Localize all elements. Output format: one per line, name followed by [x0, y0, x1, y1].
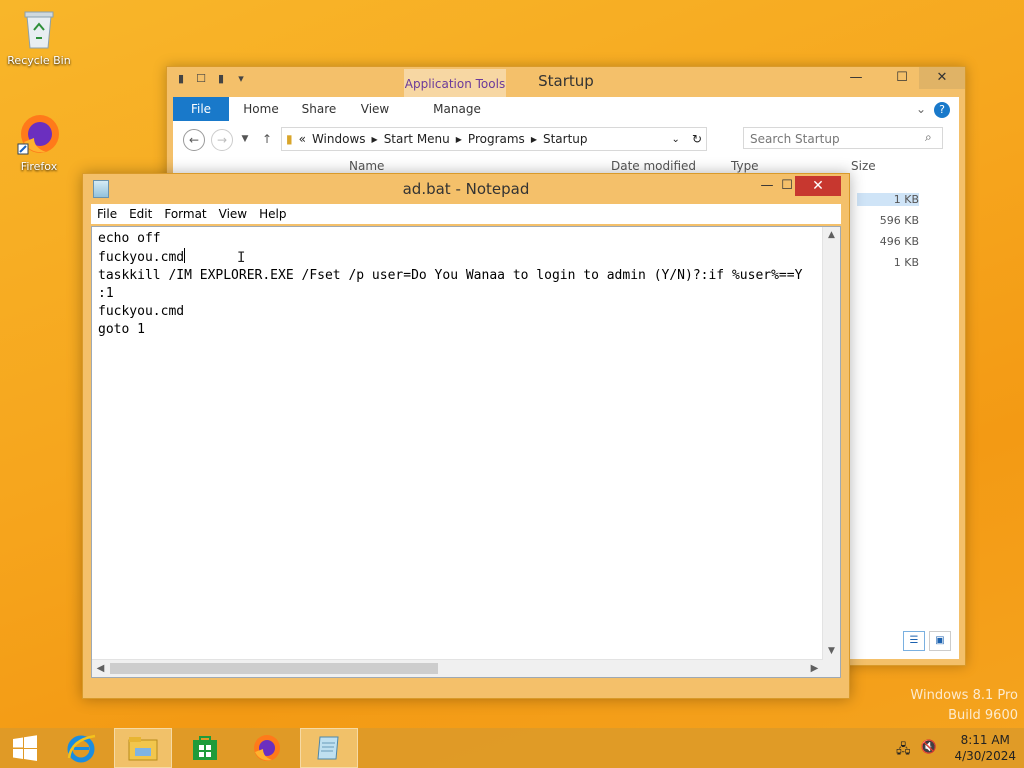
breadcrumb-start-menu[interactable]: Start Menu	[384, 132, 450, 146]
tab-file[interactable]: File	[173, 97, 229, 121]
text-line: :1	[98, 286, 114, 301]
notepad-icon	[317, 736, 339, 760]
address-bar[interactable]: ▮ « Windows ▶ Start Menu ▶ Programs ▶ Start…	[281, 127, 707, 151]
watermark-build: Build 9600	[948, 708, 1018, 723]
taskbar-file-explorer[interactable]	[114, 728, 172, 768]
store-icon	[193, 736, 217, 760]
taskbar: 🖧 🔇 8:11 AM 4/30/2024	[0, 728, 1024, 768]
chevron-right-icon: ▶	[455, 134, 462, 144]
volume-muted-icon[interactable]: 🔇	[921, 740, 937, 762]
explorer-title-bar[interactable]: ▮ ☐ ▮ ▾ Application Tools Startup — ☐ ✕	[167, 67, 965, 97]
vertical-scrollbar[interactable]: ▲ ▼	[822, 227, 840, 660]
internet-explorer-icon	[67, 734, 96, 763]
breadcrumb-windows[interactable]: Windows	[312, 132, 366, 146]
notepad-window-title: ad.bat - Notepad	[402, 180, 530, 198]
menu-format[interactable]: Format	[158, 204, 212, 224]
tab-view[interactable]: View	[349, 97, 401, 121]
menu-file[interactable]: File	[91, 204, 123, 224]
navigation-bar: ← → ▼ ↑ ▮ « Windows ▶ Start Menu ▶ Program…	[173, 121, 959, 157]
folder-icon: ▮	[286, 132, 293, 146]
column-header-type[interactable]: Type	[731, 159, 759, 173]
scroll-down-icon[interactable]: ▼	[823, 643, 840, 660]
column-header-date[interactable]: Date modified	[611, 159, 696, 173]
ribbon-tabs: File Home Share View Manage ⌄ ?	[173, 97, 959, 122]
ibeam-cursor-icon: I	[237, 250, 246, 266]
text-line: fuckyou.cmd	[98, 304, 185, 319]
desktop-icon-recycle-bin[interactable]: Recycle Bin	[3, 6, 75, 67]
recent-locations-button[interactable]: ▼	[235, 129, 255, 149]
view-toggle: ☰ ▣	[903, 631, 951, 651]
desktop-icon-label: Recycle Bin	[7, 54, 71, 67]
close-button[interactable]: ✕	[795, 176, 841, 196]
tab-share[interactable]: Share	[293, 97, 345, 121]
horizontal-scrollbar[interactable]: ◀ ▶	[92, 659, 823, 677]
scrollbar-thumb[interactable]	[110, 663, 438, 674]
taskbar-store[interactable]	[176, 728, 234, 768]
recycle-bin-icon	[16, 6, 62, 52]
text-line: taskkill /IM EXPLORER.EXE /Fset /p user=…	[98, 268, 803, 283]
search-input[interactable]: Search Startup	[743, 127, 943, 149]
maximize-button[interactable]: ☐	[887, 67, 917, 89]
chevron-right-icon: ▶	[530, 134, 537, 144]
text-line: fuckyou.cmd	[98, 248, 186, 265]
refresh-icon[interactable]: ↻	[692, 132, 702, 146]
system-tray: 🖧 🔇	[896, 740, 937, 762]
watermark-edition: Windows 8.1 Pro	[910, 688, 1018, 703]
column-header-name[interactable]: Name	[349, 159, 384, 173]
breadcrumb-programs[interactable]: Programs	[468, 132, 525, 146]
start-icon	[13, 735, 37, 761]
taskbar-internet-explorer[interactable]	[52, 728, 110, 768]
minimize-button[interactable]: —	[841, 67, 871, 89]
clock-date: 4/30/2024	[954, 749, 1016, 763]
tab-manage[interactable]: Manage	[407, 97, 507, 121]
file-size: 1 KB	[857, 193, 919, 206]
tab-home[interactable]: Home	[235, 97, 287, 121]
scroll-right-icon[interactable]: ▶	[806, 660, 823, 677]
resize-grip[interactable]	[823, 660, 840, 677]
notepad-window[interactable]: ad.bat - Notepad — ☐ ✕ File Edit Format …	[82, 173, 850, 699]
scroll-up-icon[interactable]: ▲	[823, 227, 840, 244]
text-line: echo off	[98, 231, 161, 246]
chevron-right-icon: ▶	[371, 134, 378, 144]
chevron-down-icon[interactable]: ⌄	[672, 134, 680, 145]
text-line: goto 1	[98, 322, 145, 337]
address-prefix: «	[298, 132, 306, 146]
forward-button[interactable]: →	[211, 129, 233, 151]
clock-time: 8:11 AM	[960, 733, 1010, 747]
network-icon[interactable]: 🖧	[896, 740, 911, 762]
firefox-icon	[16, 112, 62, 158]
notepad-title-bar[interactable]: ad.bat - Notepad — ☐ ✕	[83, 174, 849, 202]
large-icons-view-icon[interactable]: ▣	[929, 631, 951, 651]
up-button[interactable]: ↑	[257, 129, 277, 149]
file-size: 496 KB	[879, 235, 919, 248]
text-caret	[184, 248, 186, 263]
menu-edit[interactable]: Edit	[123, 204, 158, 224]
scroll-left-icon[interactable]: ◀	[92, 660, 109, 677]
windows-watermark: Windows 8.1 Pro Build 9600	[910, 686, 1018, 726]
editor-text: echo off fuckyou.cmd taskkill /IM EXPLORER…	[98, 230, 802, 339]
back-button[interactable]: ←	[183, 129, 205, 151]
help-icon[interactable]: ?	[933, 97, 951, 121]
search-icon[interactable]: ⌕	[925, 130, 932, 145]
file-size: 1 KB	[893, 256, 919, 269]
expand-ribbon-icon[interactable]: ⌄	[913, 97, 929, 121]
column-header-size[interactable]: Size	[851, 159, 876, 173]
start-button[interactable]	[0, 728, 50, 768]
text-editor[interactable]: echo off fuckyou.cmd taskkill /IM EXPLORER…	[91, 226, 841, 678]
close-button[interactable]: ✕	[919, 67, 965, 89]
file-size: 596 KB	[879, 214, 919, 227]
breadcrumb-startup[interactable]: Startup	[543, 132, 588, 146]
taskbar-firefox[interactable]	[238, 728, 296, 768]
menu-bar: File Edit Format View Help	[91, 204, 841, 224]
details-view-icon[interactable]: ☰	[903, 631, 925, 651]
desktop-icon-firefox[interactable]: Firefox	[3, 112, 75, 173]
firefox-icon	[254, 735, 280, 761]
desktop-icon-label: Firefox	[20, 160, 58, 173]
taskbar-notepad[interactable]	[300, 728, 358, 768]
file-explorer-icon	[128, 737, 158, 761]
menu-help[interactable]: Help	[253, 204, 292, 224]
menu-view[interactable]: View	[213, 204, 253, 224]
clock[interactable]: 8:11 AM 4/30/2024	[954, 732, 1016, 764]
